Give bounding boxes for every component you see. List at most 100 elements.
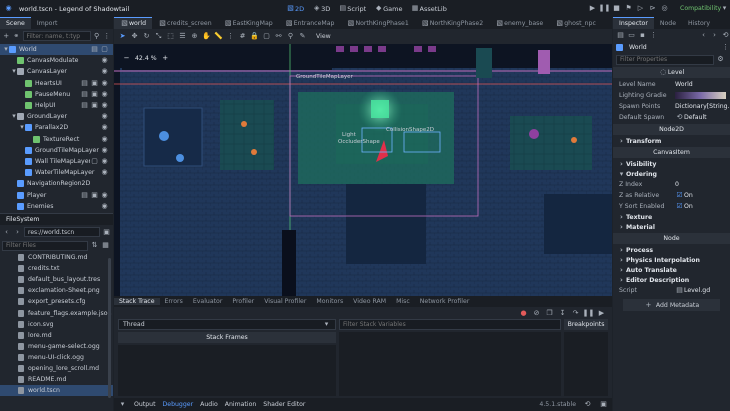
play-icon[interactable]: ▶ [588,4,597,13]
property-z-index[interactable]: Z Index 0 [613,179,730,190]
forward-icon[interactable]: › [13,228,22,237]
property-lighting-gradient[interactable]: Lighting Gradie [613,90,730,101]
step-over-icon[interactable]: ↷ [571,309,580,318]
stack-variable-filter-input[interactable] [339,319,561,330]
file-item[interactable]: menu-UI-click.ogg [0,352,113,363]
script-icon[interactable]: ▤ [80,101,89,110]
bottom-tab-output[interactable]: Output [134,401,156,408]
file-item[interactable]: export_presets.cfg [0,296,113,307]
back-icon[interactable]: ‹ [2,228,11,237]
eye-icon[interactable]: ◉ [100,79,109,88]
new-resource-icon[interactable]: ▤ [616,31,625,40]
clapboard-icon[interactable]: ▣ [90,79,99,88]
file-item[interactable]: lore.md [0,330,113,341]
property-default-spawn[interactable]: Default Spawn ⟲ Default [613,112,730,123]
tab-scene[interactable]: Scene [0,17,31,29]
ruler-icon[interactable]: 📏 [214,32,223,41]
eye-icon[interactable]: ◉ [100,202,109,211]
debugger-tab-misc[interactable]: Misc [391,298,415,305]
scene-node-parallax2d[interactable]: ▾ Parallax2D ◉ [0,122,113,133]
scale-tool-icon[interactable]: ⤡ [154,32,163,41]
workspace-assetlib[interactable]: ▦ AssetLib [411,4,447,13]
zoom-out-icon[interactable]: − [122,54,131,63]
continue-icon[interactable]: ▶ [597,309,606,318]
tab-inspector[interactable]: Inspector [613,17,654,29]
debugger-tab-profiler[interactable]: Profiler [227,298,259,305]
debugger-tab-video-ram[interactable]: Video RAM [348,298,391,305]
layout-icon[interactable]: ▣ [599,400,608,409]
debugger-tab-monitors[interactable]: Monitors [311,298,348,305]
gradient-preview[interactable] [675,92,726,99]
load-icon[interactable]: ▭ [627,31,636,40]
scene-node-world[interactable]: ▾ World ▤ ▢ [0,44,113,56]
workspace-2d[interactable]: ▧ 2D [286,4,304,13]
history-forward-icon[interactable]: › [710,31,719,40]
filesystem-scrollbar[interactable] [108,258,111,398]
scene-node-enemies[interactable]: Enemies ◉ [0,201,113,212]
select-tool-icon[interactable]: ➤ [118,32,127,41]
file-item[interactable]: exclamation-Sheet.png [0,285,113,296]
editor-tab-credits-screen[interactable]: ▧ credits_screen [152,17,218,29]
scene-node-watertilemaplayer[interactable]: WaterTileMapLayer ◉ [0,167,113,178]
tab-history[interactable]: History [682,17,716,29]
script-icon[interactable]: ▤ [90,45,99,54]
inspector-settings-icon[interactable]: ⚙ [716,55,725,64]
eye-icon[interactable]: ◉ [100,168,109,177]
workspace-script[interactable]: ▤ Script [338,4,366,13]
skip-breakpoints-icon[interactable]: ⊘ [532,309,541,318]
file-item[interactable]: CONTRIBUTING.md [0,252,113,263]
edit-icon[interactable]: ✎ [298,32,307,41]
category-visibility[interactable]: › Visibility [613,159,730,169]
inspected-node-name[interactable]: World [629,44,647,51]
property-filter-input[interactable] [616,54,714,65]
resource-menu-icon[interactable]: ⋮ [649,31,658,40]
list-select-icon[interactable]: ☰ [178,32,187,41]
scene-node-groundlayer[interactable]: ▾ GroundLayer ◉ [0,111,113,122]
scene-node-heartsui[interactable]: HeartsUI ▤ ▣ ◉ [0,78,113,89]
category-editor-description[interactable]: › Editor Description [613,275,730,285]
eye-icon[interactable]: ◉ [100,191,109,200]
scene-node-canvasmodulate[interactable]: CanvasModulate ◉ [0,55,113,66]
debugger-tab-stack-trace[interactable]: Stack Trace [114,298,160,305]
history-icon[interactable]: ⟲ [583,400,592,409]
history-list-icon[interactable]: ⟲ [721,31,730,40]
category-ordering[interactable]: ▾ Ordering [613,169,730,179]
lock-icon[interactable]: 🔒 [250,32,259,41]
debugger-tab-network-profiler[interactable]: Network Profiler [415,298,475,305]
editor-tab-enemy-base[interactable]: ▧ enemy_base [489,17,549,29]
revert-icon[interactable]: ⟲ [675,113,684,122]
chevron-down-icon[interactable]: ▾ [720,4,729,13]
thread-select[interactable]: Thread ▾ [118,319,336,330]
eye-icon[interactable]: ◉ [100,157,109,166]
scene-node-canvaslayer[interactable]: ▾ CanvasLayer ◉ [0,66,113,77]
grid-snap-icon[interactable]: # [238,32,247,41]
object-menu-icon[interactable]: ⋮ [721,43,730,52]
bottom-tab-audio[interactable]: Audio [200,401,218,408]
scene-node-helpui[interactable]: HelpUI ▤ ▣ ◉ [0,100,113,111]
eye-icon[interactable]: ◉ [100,101,109,110]
copy-icon[interactable]: ❐ [545,309,554,318]
file-item[interactable]: menu-game-select.ogg [0,341,113,352]
play-scene-icon[interactable]: ▷ [636,4,645,13]
bone-icon[interactable]: ⚲ [286,32,295,41]
split-view-icon[interactable]: ▣ [102,228,111,237]
pan-tool-icon[interactable]: ✋ [202,32,211,41]
debugger-tab-visual-profiler[interactable]: Visual Profiler [259,298,311,305]
scene-node-player[interactable]: Player ▤ ▣ ◉ [0,189,113,200]
clapboard-icon[interactable]: ▣ [90,101,99,110]
editor-tab-ghost-npc[interactable]: ▧ ghost_npc [549,17,602,29]
tab-import[interactable]: Import [31,17,64,29]
menu-icon[interactable]: ⋮ [103,32,111,41]
editor-tab-world[interactable]: ▧ world [114,17,153,29]
checkbox-checked-icon[interactable]: ☑ [675,202,684,211]
movie-maker-icon[interactable]: ◎ [660,4,669,13]
zoom-level[interactable]: 42.4 % [135,55,157,62]
record-icon[interactable]: ● [519,309,528,318]
step-into-icon[interactable]: ↧ [558,309,567,318]
scene-node-groundtilemaplayer[interactable]: GroundTileMapLayer ◉ [0,145,113,156]
category-material[interactable]: › Material [613,222,730,232]
workspace-3d[interactable]: ◈ 3D [312,4,330,13]
scene-node-pausemenu[interactable]: PauseMenu ▤ ▣ ◉ [0,89,113,100]
eye-icon[interactable]: ◉ [100,56,109,65]
eye-icon[interactable]: ◉ [100,67,109,76]
